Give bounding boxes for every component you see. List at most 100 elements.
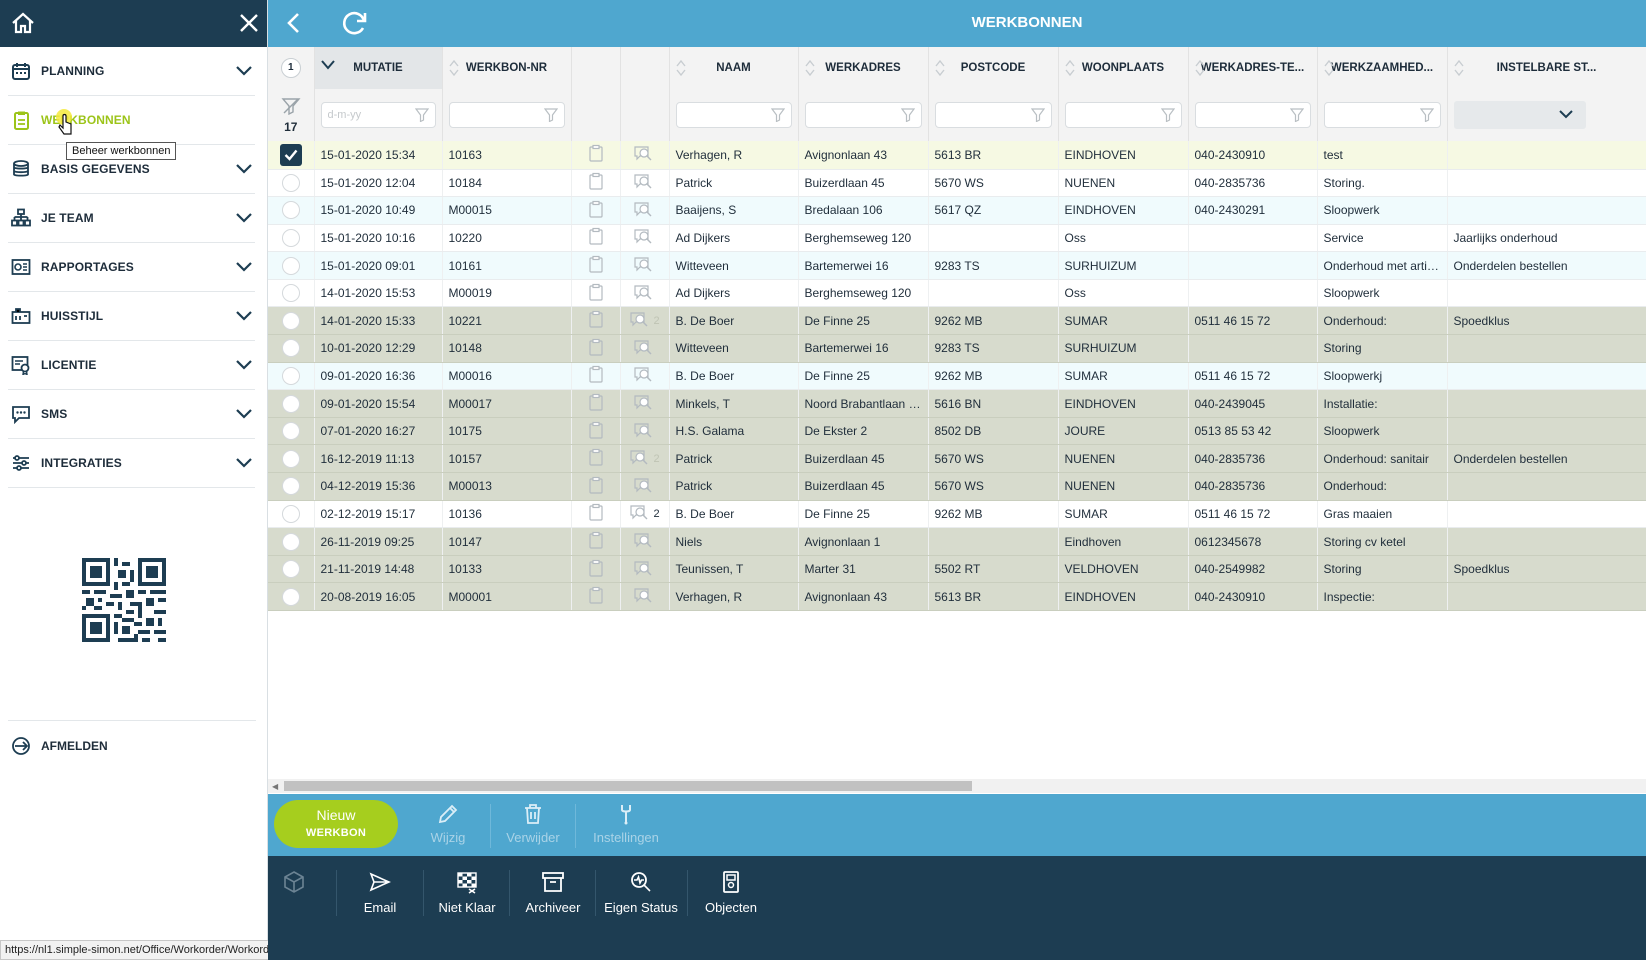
row-select-cell[interactable] [268, 334, 315, 363]
comment-search-icon[interactable] [633, 586, 653, 607]
werkadres-tel-filter-input[interactable] [1194, 102, 1311, 128]
column-header-naam[interactable]: NAAM [669, 47, 799, 89]
attachment-cell[interactable] [571, 334, 621, 363]
row-checkbox[interactable] [281, 587, 300, 606]
row-checkbox[interactable] [281, 560, 300, 579]
comment-search-icon[interactable] [629, 503, 649, 524]
sidebar-item-planning[interactable]: PLANNING [8, 47, 255, 96]
row-select-cell[interactable] [268, 141, 315, 170]
comment-search-icon[interactable] [629, 448, 649, 469]
comments-cell[interactable] [620, 582, 670, 611]
werkzaamheden-filter-input[interactable] [1323, 102, 1441, 128]
sidebar-item-werkbonnen[interactable]: WERKBONNEN [8, 96, 255, 145]
table-row[interactable]: 14-01-2020 15:33 10221 2 B. De Boer De Finne… [268, 306, 1646, 336]
column-header-instelbare-status[interactable]: INSTELBARE ST... [1447, 47, 1646, 89]
horizontal-scrollbar[interactable]: ◀ [268, 779, 1646, 793]
comment-search-icon[interactable] [633, 365, 653, 386]
werkadres-filter-input[interactable] [804, 102, 922, 128]
clipboard-icon[interactable] [588, 145, 604, 165]
clipboard-icon[interactable] [588, 200, 604, 221]
attachment-cell[interactable] [571, 196, 621, 225]
row-select-cell[interactable] [268, 279, 315, 308]
checked-checkbox[interactable] [279, 143, 302, 166]
attachment-cell[interactable] [571, 582, 621, 611]
attachment-cell[interactable] [571, 527, 621, 556]
chevron-down-icon[interactable] [233, 305, 255, 327]
comments-cell[interactable] [620, 224, 670, 253]
close-icon[interactable] [237, 11, 261, 35]
attachment-cell[interactable] [571, 444, 621, 474]
home-icon[interactable] [10, 11, 36, 35]
row-select-cell[interactable] [268, 196, 315, 225]
comment-search-icon[interactable] [633, 227, 653, 248]
column-header-werkadres[interactable]: WERKADRES [798, 47, 929, 89]
row-checkbox[interactable] [281, 477, 300, 496]
date-filter-input[interactable]: d-m-yy [320, 102, 436, 128]
chevron-down-icon[interactable] [233, 158, 255, 180]
clipboard-icon[interactable] [588, 531, 604, 552]
clipboard-icon[interactable] [588, 366, 604, 386]
sidebar-item-rapportages[interactable]: RAPPORTAGES [8, 243, 255, 292]
sidebar-item-licentie[interactable]: LICENTIE [8, 341, 255, 390]
row-checkbox[interactable] [281, 449, 300, 468]
clipboard-icon[interactable] [588, 338, 604, 359]
attachment-cell[interactable] [571, 472, 621, 501]
comment-search-icon[interactable] [633, 559, 653, 580]
row-checkbox[interactable] [281, 173, 300, 192]
table-row[interactable]: 10-01-2020 12:29 10148 Witteveen Bartemerwe… [268, 334, 1646, 363]
delete-button[interactable]: Verwijder [492, 802, 574, 845]
scrollbar-thumb[interactable] [284, 781, 972, 791]
comments-cell[interactable] [620, 141, 670, 170]
row-select-cell[interactable] [268, 472, 315, 501]
clipboard-icon[interactable] [588, 173, 604, 193]
row-checkbox[interactable] [281, 394, 300, 413]
chevron-down-icon[interactable] [233, 403, 255, 425]
sidebar-item-integraties[interactable]: INTEGRATIES [8, 439, 255, 488]
comments-cell[interactable] [620, 555, 670, 584]
clipboard-icon[interactable] [588, 587, 604, 607]
column-header-woonplaats[interactable]: WOONPLAATS [1058, 47, 1189, 89]
comments-cell[interactable]: 2 [620, 444, 670, 474]
row-select-cell[interactable] [268, 500, 315, 529]
clipboard-icon[interactable] [588, 228, 604, 248]
row-checkbox[interactable] [281, 284, 300, 303]
comment-search-icon[interactable] [633, 531, 653, 552]
row-checkbox[interactable] [281, 366, 300, 385]
row-select-cell[interactable] [268, 362, 315, 391]
comment-search-icon[interactable] [633, 255, 653, 276]
woonplaats-filter-input[interactable] [1064, 102, 1182, 128]
table-row[interactable]: 26-11-2019 09:25 10147 Niels Avignonlaan 1 E… [268, 527, 1646, 556]
comments-cell[interactable] [620, 334, 670, 363]
row-checkbox[interactable] [281, 532, 300, 551]
row-checkbox[interactable] [281, 504, 300, 523]
row-select-cell[interactable] [268, 555, 315, 584]
package-button[interactable] [260, 870, 328, 900]
row-checkbox[interactable] [281, 339, 300, 358]
new-workorder-button[interactable]: Nieuw WERKBON [274, 800, 398, 848]
clipboard-icon[interactable] [588, 559, 604, 580]
comment-search-icon[interactable] [633, 421, 653, 442]
row-select-cell[interactable] [268, 582, 315, 611]
row-select-cell[interactable] [268, 417, 315, 446]
row-select-cell[interactable] [268, 444, 315, 474]
row-select-cell[interactable] [268, 169, 315, 198]
status-filter-select[interactable] [1453, 101, 1586, 129]
chevron-down-icon[interactable] [233, 354, 255, 376]
table-row[interactable]: 02-12-2019 15:17 10136 2 B. De Boer De Finne… [268, 500, 1646, 529]
objects-button[interactable]: Objecten [689, 870, 773, 915]
table-row[interactable]: 15-01-2020 10:16 10220 Ad Dijkers Berghemse… [268, 224, 1646, 253]
comments-cell[interactable] [620, 527, 670, 556]
sidebar-item-sms[interactable]: SMS [8, 390, 255, 439]
row-select-cell[interactable] [268, 251, 315, 280]
comments-cell[interactable] [620, 279, 670, 308]
table-row[interactable]: 14-01-2020 15:53 M00019 Ad Dijkers Berghems… [268, 279, 1646, 308]
clipboard-icon[interactable] [588, 311, 604, 331]
attachment-cell[interactable] [571, 306, 621, 336]
attachment-cell[interactable] [571, 169, 621, 198]
comment-search-icon[interactable] [633, 338, 653, 359]
attachment-cell[interactable] [571, 500, 621, 529]
comment-search-icon[interactable] [633, 144, 653, 165]
clear-filter-icon[interactable] [268, 97, 313, 118]
comments-cell[interactable]: 2 [620, 306, 670, 336]
clipboard-icon[interactable] [588, 255, 604, 276]
